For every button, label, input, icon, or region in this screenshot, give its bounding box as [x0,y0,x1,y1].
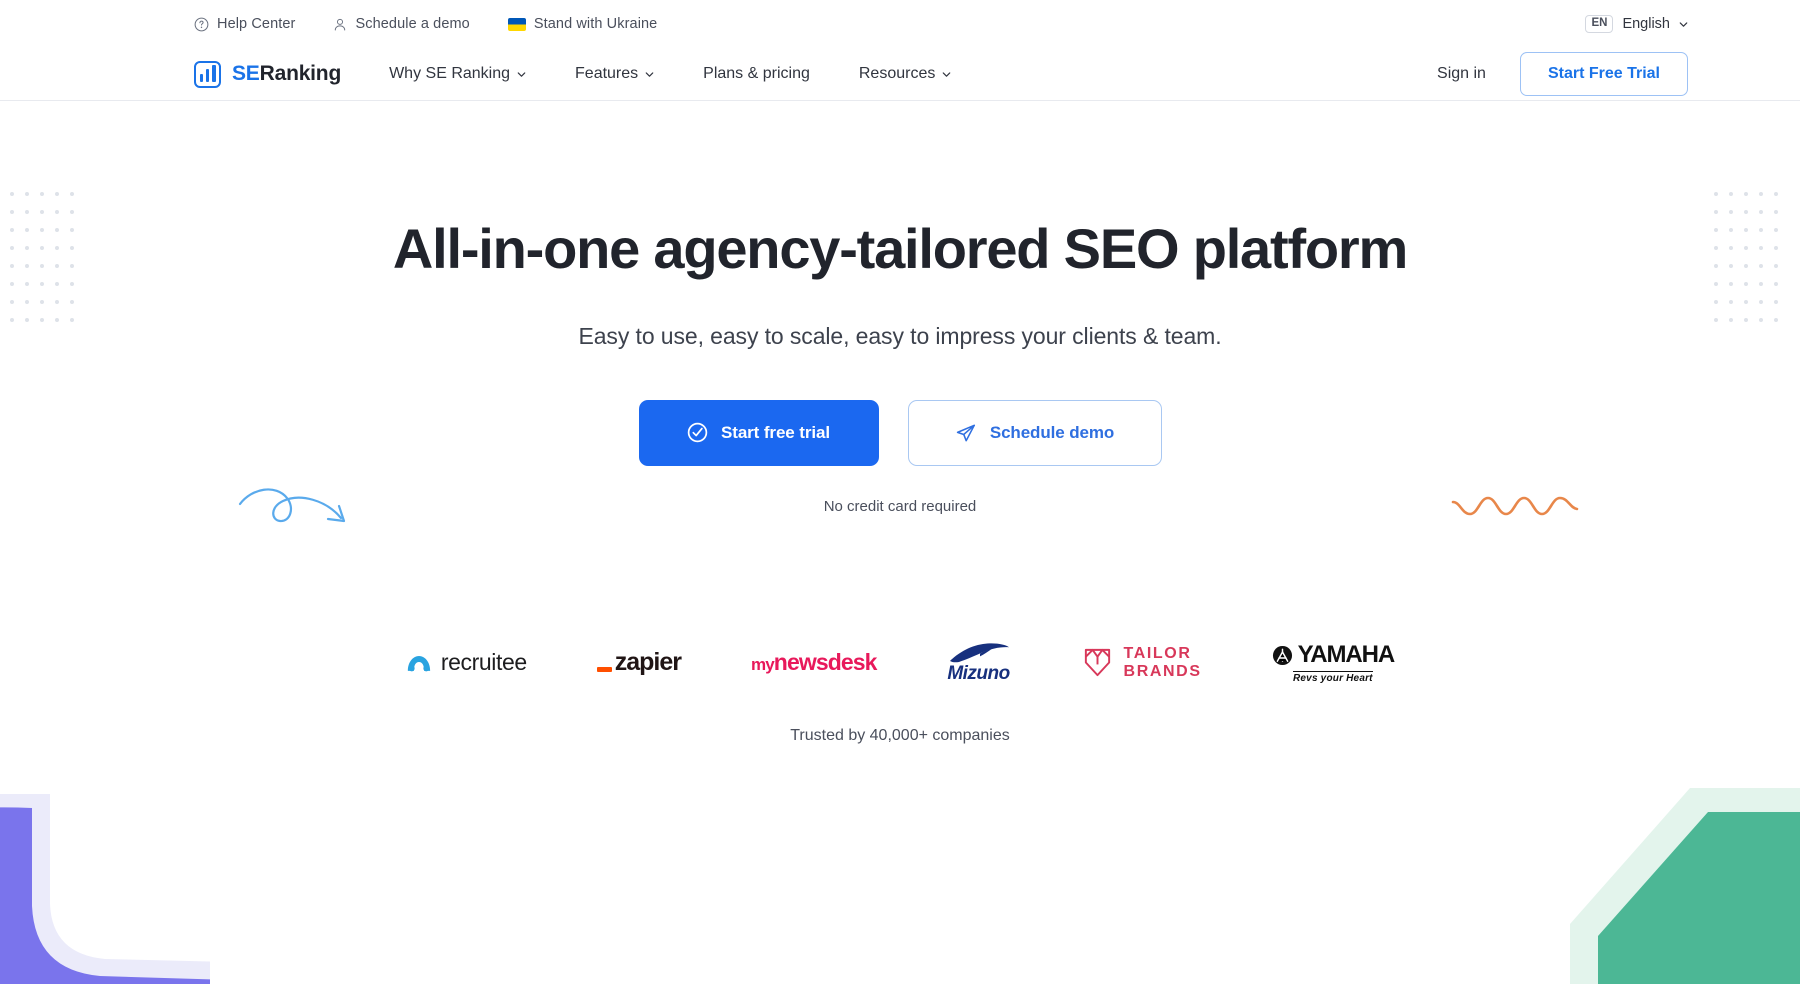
language-code: EN [1585,14,1614,34]
hero-subtitle: Easy to use, easy to scale, easy to impr… [578,322,1222,349]
tailor-brands-shield-icon [1084,649,1110,677]
utility-links: Help Center Schedule a demo Stand with U… [194,16,657,32]
cta-label: Start free trial [721,422,830,442]
help-center-link[interactable]: Help Center [194,16,295,32]
purple-blob-decoration [0,794,210,984]
bar-chart-logo-icon [194,60,221,88]
zapier-dash-icon [596,667,612,673]
utility-bar: Help Center Schedule a demo Stand with U… [0,0,1800,48]
mynewsdesk-wordmark: newsdesk [773,649,878,676]
brand-wordmark: SERanking [232,62,341,86]
chevron-down-icon [517,71,526,77]
stand-with-ukraine-label: Stand with Ukraine [533,16,658,32]
nav-item-why-se-ranking[interactable]: Why SE Ranking [389,57,526,91]
nav-label: Why SE Ranking [389,65,511,82]
page-root: Help Center Schedule a demo Stand with U… [0,0,1800,984]
recruitee-icon [407,656,431,672]
stand-with-ukraine-link[interactable]: Stand with Ukraine [507,16,658,32]
main-navigation: SERanking Why SE Ranking Features Plans … [0,48,1800,101]
yamaha-tuning-forks-icon [1272,645,1292,665]
nav-item-plans-pricing[interactable]: Plans & pricing [703,57,810,91]
logo-tailor-brands: TAILOR BRANDS [1081,639,1202,687]
page-title: All-in-one agency-tailored SEO platform [392,217,1408,280]
nav-item-resources[interactable]: Resources [859,57,951,91]
user-icon [335,18,346,30]
logo-recruitee: recruitee [406,639,527,687]
start-free-trial-button[interactable]: Start Free Trial [1519,52,1688,96]
chevron-down-icon [1679,21,1688,27]
no-credit-card-note: No credit card required [823,497,977,515]
brand-name-text: Ranking [259,62,342,85]
trusted-by-caption: Trusted by 40,000+ companies [790,726,1010,744]
recruitee-wordmark: recruitee [440,649,527,676]
logo-home-link[interactable]: SERanking [194,60,341,88]
logo-yamaha: YAMAHA Revs your Heart [1272,639,1395,687]
customer-logo-strip: recruitee zapier mynewsdesk Mizuno TAILO… [0,639,1800,687]
nav-item-features[interactable]: Features [575,57,654,91]
mynewsdesk-prefix: my [751,655,775,675]
paper-plane-icon [956,424,975,442]
nav-label: Plans & pricing [703,65,810,82]
schedule-demo-cta-button[interactable]: Schedule demo [907,399,1162,466]
yamaha-tagline: Revs your Heart [1293,671,1373,685]
zapier-wordmark: zapier [614,648,682,677]
nav-label: Resources [858,65,936,82]
check-circle-icon [687,422,708,443]
logo-mizuno: Mizuno [947,639,1011,687]
hero-cta-row: Start free trial Schedule demo [0,399,1800,466]
start-free-trial-cta-button[interactable]: Start free trial [638,399,879,466]
nav-actions: Sign in Start Free Trial [1437,52,1688,96]
mizuno-wordmark: Mizuno [947,663,1010,685]
brand-accent-text: SE [232,62,260,85]
language-selector[interactable]: EN English [1585,14,1688,34]
logo-zapier: zapier [596,639,682,687]
chevron-down-icon [943,71,951,77]
nav-items: Why SE Ranking Features Plans & pricing … [389,57,1000,91]
mizuno-bird-icon [949,643,1009,663]
nav-label: Features [575,65,639,82]
help-center-label: Help Center [217,16,296,32]
question-circle-icon [194,17,209,31]
tailor-brands-line1: TAILOR [1123,645,1192,663]
schedule-demo-link[interactable]: Schedule a demo [333,16,470,32]
ukraine-flag-icon [507,17,526,31]
cta-label: Schedule demo [989,422,1115,442]
green-blob-decoration [1570,788,1800,984]
yamaha-wordmark: YAMAHA [1297,641,1396,669]
hero-section: All-in-one agency-tailored SEO platform … [0,101,1800,515]
sign-in-link[interactable]: Sign in [1437,65,1486,83]
logo-mynewsdesk: mynewsdesk [751,639,877,687]
schedule-demo-label: Schedule a demo [355,16,470,32]
tailor-brands-line2: BRANDS [1123,662,1202,680]
chevron-down-icon [645,71,654,77]
language-name: English [1622,16,1670,32]
